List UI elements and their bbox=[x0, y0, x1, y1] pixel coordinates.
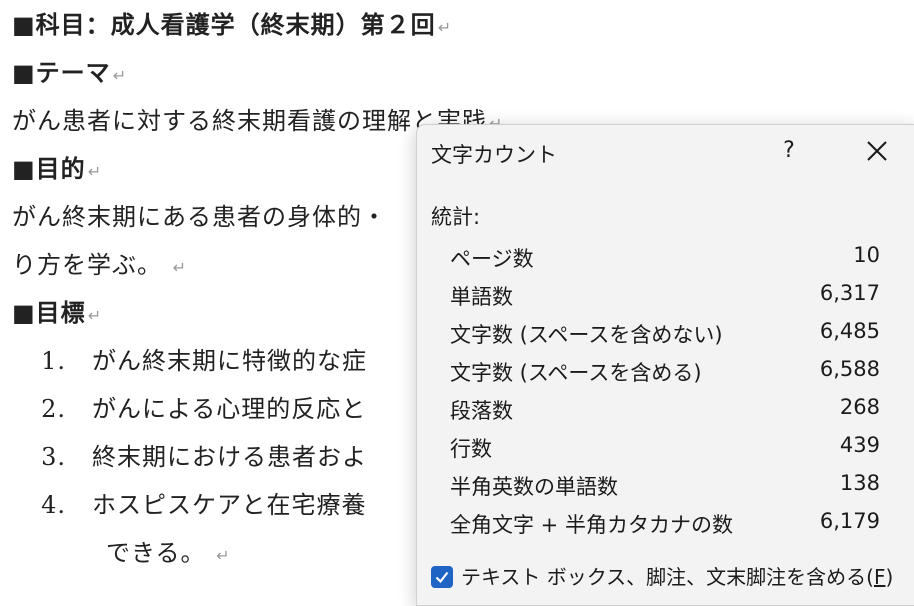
checkbox-label-suffix: ) bbox=[885, 565, 894, 589]
checkmark-icon bbox=[435, 571, 449, 584]
list-item: 1. がん終末期に特徴的な症 bbox=[12, 346, 367, 376]
paragraph-mark: ↵ bbox=[172, 258, 188, 277]
doc-line-purpose-text: がん終末期にある患者の身体的・ bbox=[12, 203, 387, 231]
doc-line-theme-heading: ■テーマ ↵ bbox=[12, 58, 128, 87]
close-icon bbox=[867, 141, 887, 161]
stat-row-halfwidth-words: 半角英数の単語数 138 bbox=[450, 471, 880, 499]
stat-row-paragraphs: 段落数 268 bbox=[450, 395, 880, 423]
paragraph-mark: ↵ bbox=[437, 18, 453, 37]
close-button[interactable] bbox=[861, 135, 893, 167]
stat-row-lines: 行数 439 bbox=[450, 433, 880, 461]
doc-line-subject: ■科目：成人看護学（終末期）第２回 ↵ bbox=[12, 10, 453, 39]
paragraph-mark: ↵ bbox=[216, 546, 231, 565]
statistics-label: 統計: bbox=[431, 205, 481, 229]
list-item: 2. がんによる心理的反応と bbox=[12, 394, 366, 424]
help-button[interactable]: ? bbox=[775, 135, 803, 167]
doc-line-purpose-heading: ■目的 ↵ bbox=[12, 154, 103, 183]
doc-line-goals-heading: ■目標 ↵ bbox=[12, 298, 103, 327]
list-number: 2. bbox=[41, 395, 66, 423]
dialog-titlebar[interactable]: 文字カウント ? bbox=[417, 125, 914, 181]
stat-row-pages: ページ数 10 bbox=[450, 243, 880, 271]
stat-row-chars-no-spaces: 文字数 (スペースを含めない) 6,485 bbox=[450, 319, 880, 347]
checkbox-accelerator: F bbox=[873, 565, 886, 589]
include-textboxes-footnotes-checkbox[interactable]: テキスト ボックス、脚注、文末脚注を含める(F) bbox=[431, 561, 893, 590]
list-number: 4. bbox=[41, 491, 66, 519]
word-count-dialog: 文字カウント ? 統計: ページ数 10 単語数 6,317 文字数 (スペース… bbox=[416, 124, 914, 606]
list-number: 3. bbox=[41, 443, 66, 471]
list-number: 1. bbox=[41, 347, 66, 375]
list-item: 4. ホスピスケアと在宅療養 bbox=[12, 490, 367, 520]
stat-row-fullwidth-chars: 全角文字 + 半角カタカナの数 6,179 bbox=[450, 509, 880, 537]
paragraph-mark: ↵ bbox=[87, 306, 103, 325]
stat-row-chars-with-spaces: 文字数 (スペースを含める) 6,588 bbox=[450, 357, 880, 385]
stat-row-words: 単語数 6,317 bbox=[450, 281, 880, 309]
checkbox-checked-icon[interactable] bbox=[431, 566, 453, 588]
paragraph-mark: ↵ bbox=[87, 162, 103, 181]
paragraph-mark: ↵ bbox=[112, 66, 128, 85]
list-item: 3. 終末期における患者およ bbox=[12, 442, 367, 472]
dialog-title: 文字カウント bbox=[431, 143, 557, 167]
doc-line-purpose-text-cont: り方を学ぶ。 ↵ bbox=[12, 251, 188, 279]
list-item-continuation: できる。 ↵ bbox=[106, 539, 231, 567]
checkbox-label: テキスト ボックス、脚注、文末脚注を含める( bbox=[461, 565, 874, 589]
